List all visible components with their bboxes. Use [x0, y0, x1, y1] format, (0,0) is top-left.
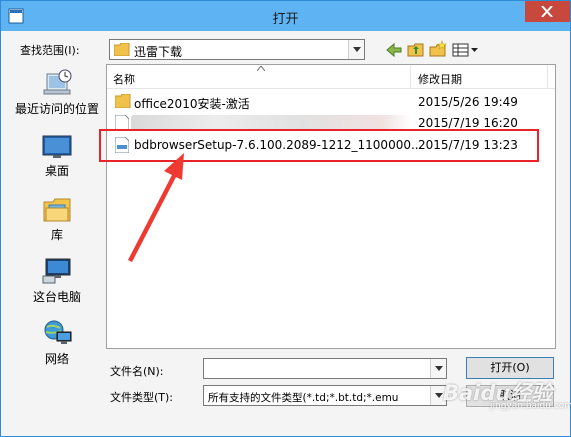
- column-divider[interactable]: [410, 65, 411, 89]
- file-list[interactable]: 名称 修改日期 office2010安装-激活 2015/5/26 19:49 …: [106, 64, 556, 349]
- recent-places-icon: [43, 69, 72, 95]
- close-icon: [541, 6, 553, 17]
- red-highlight-box: [99, 129, 539, 162]
- back-arrow-icon: [386, 42, 402, 58]
- file-list-header: 名称 修改日期: [107, 65, 555, 89]
- view-menu-icon: [452, 43, 478, 57]
- file-date: 2015/7/19 16:20: [418, 116, 518, 130]
- close-button[interactable]: [525, 1, 570, 22]
- up-folder-button[interactable]: [406, 40, 426, 60]
- place-label-desktop: 桌面: [44, 164, 69, 178]
- filename-dropdown-button[interactable]: [430, 359, 446, 378]
- folder-icon: [114, 43, 130, 56]
- libraries-icon: [43, 198, 71, 222]
- file-row-office[interactable]: office2010安装-激活 2015/5/26 19:49: [107, 91, 555, 113]
- filename-input[interactable]: [204, 359, 428, 378]
- lookin-dropdown-button[interactable]: [348, 40, 364, 59]
- filetype-value: 所有支持的文件类型(*.td;*.bt.td;*.emu: [208, 392, 399, 404]
- chevron-down-icon: [435, 393, 443, 398]
- new-folder-button[interactable]: [428, 40, 448, 60]
- place-libraries[interactable]: 库: [12, 194, 102, 243]
- place-label-this-pc: 这台电脑: [32, 290, 81, 304]
- lookin-combo[interactable]: 迅雷下载: [109, 39, 365, 60]
- back-button[interactable]: [384, 40, 404, 60]
- place-this-pc[interactable]: 这台电脑: [12, 256, 102, 305]
- filename-label: 文件名(N):: [110, 365, 164, 378]
- new-folder-icon: [429, 40, 447, 57]
- file-date: 2015/5/26 19:49: [418, 95, 518, 109]
- chevron-down-icon: [435, 366, 443, 371]
- place-label-libraries: 库: [50, 228, 63, 242]
- open-button[interactable]: 打开(O): [466, 357, 554, 379]
- desktop-icon: [42, 135, 72, 158]
- sort-ascending-icon: [257, 66, 265, 71]
- folder-up-icon: [407, 43, 424, 57]
- filename-combo[interactable]: [203, 358, 447, 379]
- title-bar[interactable]: 打开: [1, 1, 570, 31]
- column-header-date[interactable]: 修改日期: [418, 71, 462, 87]
- lookin-value: 迅雷下载: [134, 45, 183, 59]
- chevron-down-icon: [353, 47, 361, 52]
- place-network[interactable]: 网络: [12, 318, 102, 367]
- column-divider[interactable]: [547, 65, 548, 89]
- place-desktop[interactable]: 桌面: [12, 134, 102, 179]
- place-label-recent: 最近访问的位置: [14, 102, 99, 116]
- watermark-url: jingyan.baidu.com: [490, 401, 571, 411]
- window-title: 打开: [272, 12, 299, 27]
- places-bar: 最近访问的位置 桌面 库 这台电脑 网络: [12, 64, 102, 384]
- file-name: office2010安装-激活: [134, 97, 250, 111]
- this-pc-icon: [42, 258, 71, 284]
- filetype-label: 文件类型(T):: [110, 391, 174, 404]
- folder-icon: [115, 94, 131, 108]
- filetype-combo[interactable]: 所有支持的文件类型(*.td;*.bt.td;*.emu: [203, 385, 447, 406]
- column-header-name[interactable]: 名称: [113, 71, 135, 87]
- lookin-label: 查找范围(I):: [20, 44, 80, 57]
- view-menu-button[interactable]: [451, 40, 479, 60]
- place-recent[interactable]: 最近访问的位置: [12, 68, 102, 117]
- network-icon: [44, 320, 72, 344]
- place-label-network: 网络: [44, 352, 69, 366]
